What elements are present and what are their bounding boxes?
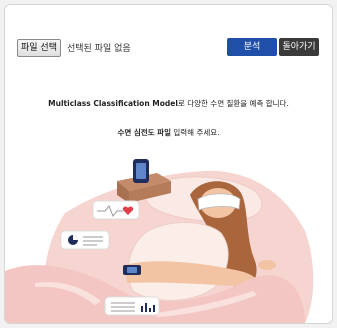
model-description: Multiclass Classification Model로 다양한 수면 … (5, 98, 332, 109)
file-select-button[interactable]: 파일 선택 (17, 39, 61, 57)
hand (258, 260, 276, 270)
instruction-suffix: 입력해 주세요. (170, 128, 220, 137)
main-panel: 파일 선택 선택된 파일 없음 분석 돌아가기 Multiclass Class… (4, 4, 333, 324)
instruction-emphasis: 수면 심전도 파일 (117, 128, 171, 137)
analyze-button[interactable]: 분석 (227, 38, 277, 56)
pajama-body (127, 222, 229, 301)
model-description-suffix: 로 다양한 수면 질환을 예측 합니다. (177, 99, 289, 108)
back-button[interactable]: 돌아가기 (279, 38, 319, 56)
bar-chart-card (104, 296, 160, 316)
file-status-text: 선택된 파일 없음 (67, 44, 131, 54)
phone-screen (136, 163, 146, 179)
watch-screen (127, 267, 137, 273)
toolbar: 파일 선택 선택된 파일 없음 분석 돌아가기 (17, 38, 320, 58)
upload-instruction: 수면 심전도 파일 입력해 주세요. (5, 127, 332, 138)
sleeping-woman-illustration (5, 159, 314, 323)
model-name: Multiclass Classification Model (48, 99, 178, 108)
